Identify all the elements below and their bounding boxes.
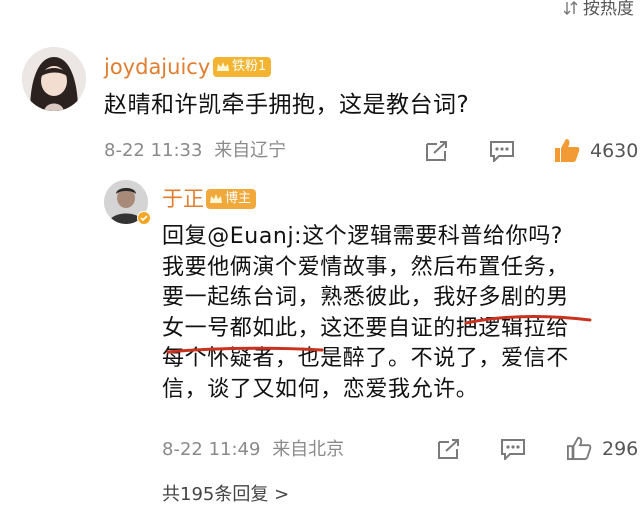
- reply-text-line: 我要他俩演个爱情故事，然后布置任务，: [162, 254, 569, 280]
- crown-icon: [210, 194, 222, 203]
- more-replies-link[interactable]: 共195条回复 >: [162, 484, 289, 506]
- reply-username[interactable]: 于正: [162, 186, 204, 212]
- comment-meta: 8-22 11:33 来自辽宁: [104, 140, 286, 162]
- comment-text: 赵晴和许凯牵手拥抱，这是教台词?: [104, 92, 470, 118]
- sort-label: 按热度: [583, 0, 634, 19]
- reply-text: 回复@Euanj:这个逻辑需要科普给你吗? 我要他俩演个爱情故事，然后布置任务，…: [162, 222, 622, 405]
- like-count: 4630: [590, 140, 639, 162]
- sort-by-heat-toggle[interactable]: 按热度: [563, 0, 634, 19]
- reply-text-line: 女一号都如此，这还要自证的把逻辑拉给: [162, 315, 569, 341]
- like-icon[interactable]: [553, 137, 581, 163]
- reply-location: 来自北京: [272, 439, 345, 460]
- crown-icon: [217, 62, 229, 71]
- blogger-badge: 博主: [206, 189, 257, 209]
- avatar[interactable]: [22, 47, 86, 111]
- reply-text-line: 要一起练台词，熟悉彼此，我好多剧的男: [162, 285, 569, 310]
- blogger-badge-label: 博主: [225, 191, 252, 206]
- like-icon[interactable]: [566, 436, 592, 460]
- comment-icon[interactable]: [500, 438, 526, 460]
- reply-text-line: 每个怀疑者，也是醉了。不说了，爱信不: [162, 346, 569, 371]
- reply-text-line: 回复@Euanj:这个逻辑需要科普给你吗?: [162, 224, 564, 249]
- share-icon[interactable]: [437, 438, 461, 460]
- share-icon[interactable]: [425, 140, 449, 162]
- reply-text-line: 信，谈了又如何，恋爱我允许。: [162, 376, 479, 402]
- comment-date: 8-22 11:33: [104, 140, 203, 161]
- sort-icon: [563, 1, 578, 15]
- like-count: 296: [602, 438, 639, 460]
- avatar-image: [22, 47, 86, 111]
- reply-meta: 8-22 11:49 来自北京: [162, 439, 344, 461]
- verified-badge-icon: [137, 211, 151, 225]
- reply-date: 8-22 11:49: [162, 439, 261, 460]
- comment-icon[interactable]: [489, 140, 515, 162]
- fan-badge-label: 铁粉1: [232, 59, 267, 74]
- comment-location: 来自辽宁: [214, 140, 287, 161]
- comment-username[interactable]: joydajuicy: [104, 54, 210, 80]
- fan-badge: 铁粉1: [213, 57, 272, 77]
